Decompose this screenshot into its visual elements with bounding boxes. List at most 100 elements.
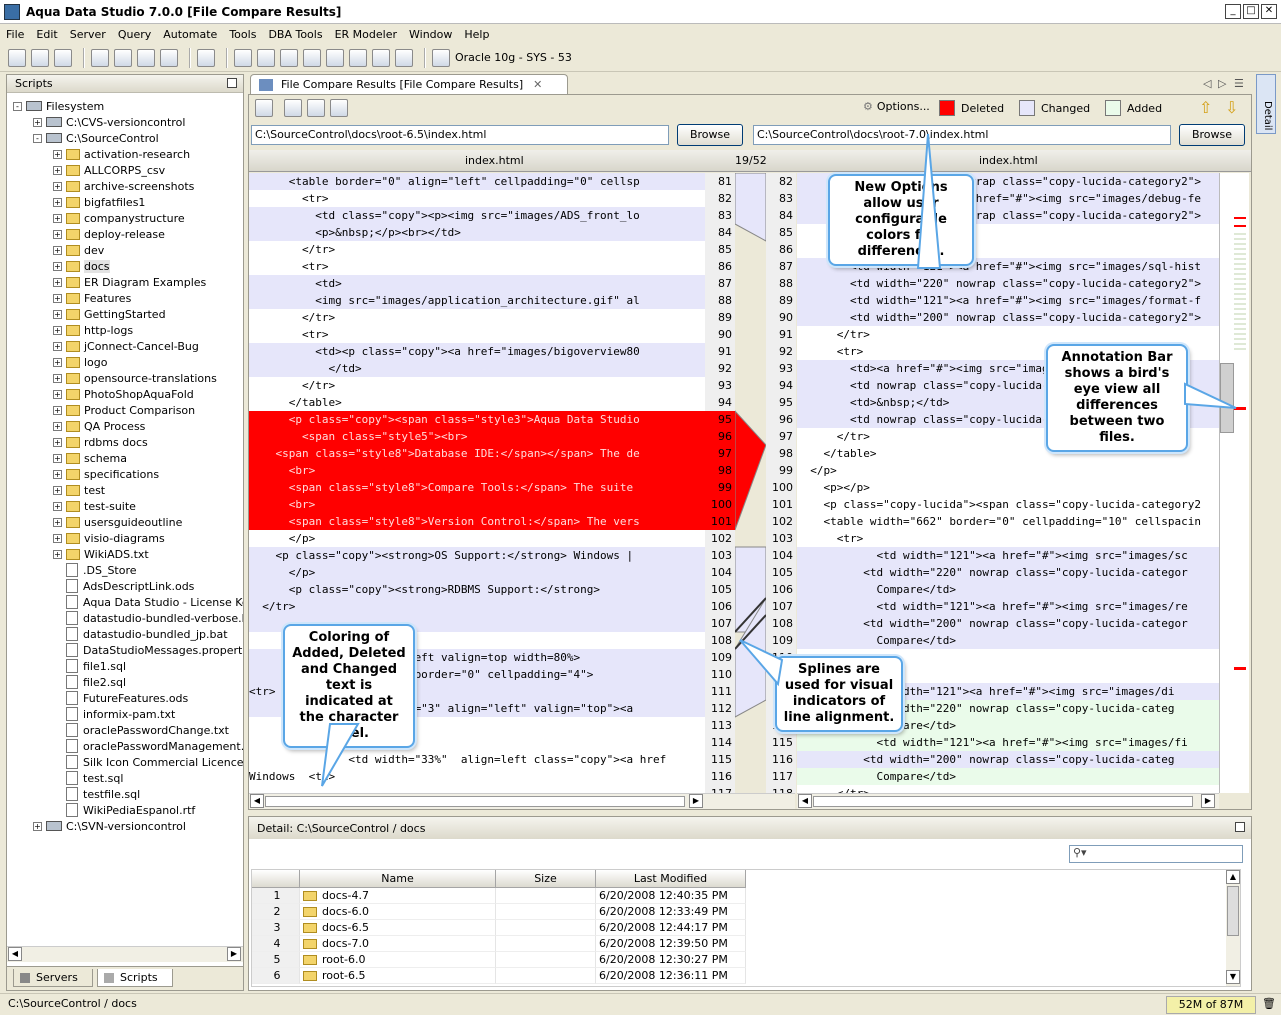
layout-7-icon[interactable]	[395, 48, 413, 67]
tree-item[interactable]: + http-logs	[53, 322, 133, 338]
col-name[interactable]: Name	[300, 870, 496, 888]
trash-icon[interactable]: 🗑	[1262, 997, 1276, 1010]
expand-icon[interactable]: +	[53, 261, 62, 271]
tree-item[interactable]: + C:\SVN-versioncontrol	[33, 818, 186, 834]
detail-side-tab[interactable]: Detail	[1256, 74, 1276, 134]
restore-icon[interactable]	[227, 78, 237, 88]
menu-window[interactable]: Window	[403, 28, 458, 41]
changed-color-swatch[interactable]	[1019, 100, 1035, 116]
tree-item[interactable]: + PhotoShopAquaFold	[53, 386, 194, 402]
tree-item[interactable]: test.sql	[53, 770, 123, 786]
settings-icon[interactable]	[197, 48, 215, 67]
expand-icon[interactable]: +	[53, 181, 62, 191]
layout-2-icon[interactable]	[280, 48, 298, 67]
scroll-right-icon[interactable]: ▶	[227, 947, 241, 961]
detail-restore-icon[interactable]	[1235, 822, 1245, 832]
tree-item[interactable]: + rdbms docs	[53, 434, 148, 450]
tree-hscrollbar[interactable]: ◀ ▶	[7, 946, 243, 962]
right-hscroll-thumb[interactable]	[813, 796, 1193, 807]
detail-search-input[interactable]: ⚲▾	[1069, 845, 1243, 863]
tree-item[interactable]: + archive-screenshots	[53, 178, 194, 194]
memory-indicator[interactable]: 52M of 87M	[1166, 996, 1256, 1014]
expand-icon[interactable]: +	[53, 213, 62, 223]
tree-item[interactable]: informix-pam.txt	[53, 706, 175, 722]
tab-scripts[interactable]: Scripts	[97, 969, 173, 987]
tree-item[interactable]: + schema	[53, 450, 127, 466]
tree-item[interactable]: + activation-research	[53, 146, 190, 162]
expand-icon[interactable]: +	[53, 277, 62, 287]
layout-1-icon[interactable]	[257, 48, 275, 67]
new-icon[interactable]	[8, 48, 26, 67]
print-icon[interactable]	[234, 48, 252, 67]
expand-icon[interactable]: +	[53, 325, 62, 335]
expand-icon[interactable]: +	[53, 453, 62, 463]
tree-item[interactable]: file1.sql	[53, 658, 126, 674]
tab-scroll-left-icon[interactable]: ◁	[1203, 77, 1211, 90]
connection-label[interactable]: Oracle 10g - SYS - 53	[455, 51, 572, 64]
tree-item[interactable]: AdsDescriptLink.ods	[53, 578, 194, 594]
right-hscrollbar[interactable]: ◀ ▶	[797, 793, 1219, 809]
expand-icon[interactable]: +	[53, 341, 62, 351]
tree-item[interactable]: + QA Process	[53, 418, 145, 434]
expand-icon[interactable]: -	[13, 101, 22, 111]
tab-list-icon[interactable]: ☰	[1234, 77, 1244, 90]
prev-diff-icon[interactable]: ⇧	[1199, 98, 1212, 117]
table-row[interactable]: 2 docs-6.0 6/20/2008 12:33:49 PM	[252, 904, 748, 920]
right-scroll-right-icon[interactable]: ▶	[1201, 794, 1215, 808]
expand-icon[interactable]: +	[53, 309, 62, 319]
minimize-button[interactable]: _	[1225, 4, 1241, 19]
tab-servers[interactable]: Servers	[13, 969, 93, 987]
tree-item[interactable]: + usersguideoutline	[53, 514, 182, 530]
expand-icon[interactable]: +	[53, 421, 62, 431]
tree-item[interactable]: + dev	[53, 242, 104, 258]
tree-item[interactable]: + deploy-release	[53, 226, 165, 242]
layout-3-icon[interactable]	[303, 48, 321, 67]
expand-icon[interactable]: +	[53, 389, 62, 399]
tree-item[interactable]: + test-suite	[53, 498, 136, 514]
expand-icon[interactable]: +	[53, 357, 62, 367]
expand-icon[interactable]: +	[53, 485, 62, 495]
open-icon[interactable]	[31, 48, 49, 67]
col-modified[interactable]: Last Modified	[596, 870, 746, 888]
tree-item[interactable]: + WikiADS.txt	[53, 546, 149, 562]
expand-icon[interactable]: +	[53, 197, 62, 207]
deleted-color-swatch[interactable]	[939, 100, 955, 116]
expand-icon[interactable]: +	[53, 501, 62, 511]
save-compare-icon[interactable]	[284, 99, 302, 117]
tree-item[interactable]: + specifications	[53, 466, 159, 482]
tree-item[interactable]: + logo	[53, 354, 108, 370]
query-icon[interactable]	[91, 48, 109, 67]
detail-scroll-up-icon[interactable]: ▲	[1226, 870, 1240, 884]
tree-item[interactable]: FutureFeatures.ods	[53, 690, 188, 706]
menu-dba-tools[interactable]: DBA Tools	[262, 28, 328, 41]
left-hscrollbar[interactable]: ◀ ▶	[249, 793, 795, 809]
annotation-bar[interactable]	[1219, 173, 1249, 793]
tree-item[interactable]: + ALLCORPS_csv	[53, 162, 165, 178]
options-button[interactable]: Options...	[877, 100, 930, 113]
expand-icon[interactable]: +	[53, 293, 62, 303]
find-icon[interactable]	[307, 99, 325, 117]
tree-item[interactable]: + Product Comparison	[53, 402, 195, 418]
right-browse-button[interactable]: Browse	[1179, 124, 1245, 146]
expand-icon[interactable]: +	[33, 821, 42, 831]
tree-item[interactable]: testfile.sql	[53, 786, 140, 802]
right-path-field[interactable]: C:\SourceControl\docs\root-7.0\index.htm…	[753, 125, 1171, 145]
tree-item[interactable]: + GettingStarted	[53, 306, 166, 322]
tree-item[interactable]: + docs	[53, 258, 110, 274]
table-row[interactable]: 3 docs-6.5 6/20/2008 12:44:17 PM	[252, 920, 748, 936]
tree-item[interactable]: WikiPediaEspanol.rtf	[53, 802, 195, 818]
detail-scroll-down-icon[interactable]: ▼	[1226, 970, 1240, 984]
menu-file[interactable]: File	[0, 28, 30, 41]
annotation-thumb[interactable]	[1220, 363, 1234, 433]
expand-icon[interactable]: +	[53, 149, 62, 159]
tree-item[interactable]: - Filesystem	[13, 98, 104, 114]
tree-item[interactable]: DataStudioMessages.properties	[53, 642, 243, 658]
tree-item[interactable]: Silk Icon Commercial Licence.txt	[53, 754, 243, 770]
layout-4-icon[interactable]	[326, 48, 344, 67]
col-size[interactable]: Size	[496, 870, 596, 888]
expand-icon[interactable]: +	[53, 517, 62, 527]
tree-item[interactable]: file2.sql	[53, 674, 126, 690]
tree-item[interactable]: .DS_Store	[53, 562, 137, 578]
expand-icon[interactable]: +	[53, 229, 62, 239]
tree-item[interactable]: datastudio-bundled_jp.bat	[53, 626, 228, 642]
